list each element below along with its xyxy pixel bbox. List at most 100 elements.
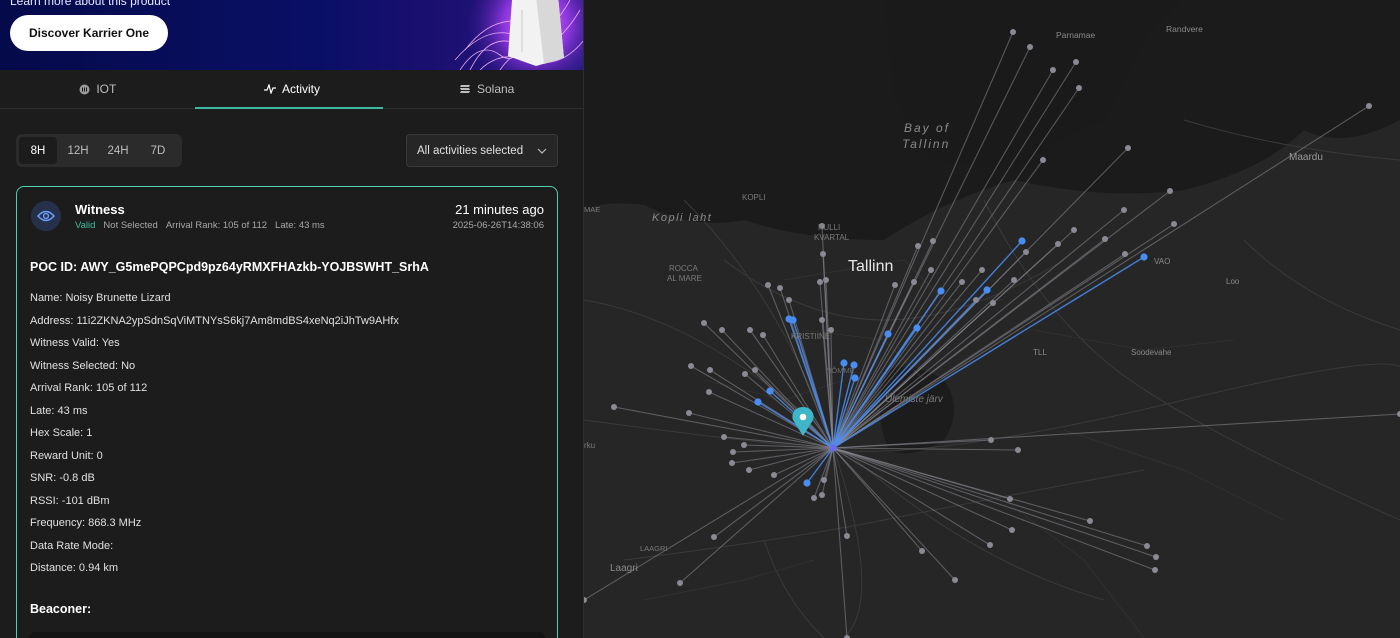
hotspot-dot[interactable] [730, 449, 736, 455]
hotspot-dot[interactable] [811, 495, 817, 501]
hotspot-dot[interactable] [1171, 221, 1177, 227]
hotspot-dot[interactable] [1007, 496, 1013, 502]
map-canvas[interactable]: Tallinn Bay of Tallinn Kopli laht KOPLI … [584, 0, 1400, 638]
valid-hotspot-dot[interactable] [785, 315, 793, 323]
hotspot-dot[interactable] [930, 238, 936, 244]
hotspot-dot[interactable] [741, 442, 747, 448]
detail-rssi: RSSI: -101 dBm [30, 494, 110, 507]
label-rku: rku [584, 441, 595, 450]
hotspot-dot[interactable] [892, 282, 898, 288]
discover-button[interactable]: Discover Karrier One [10, 15, 169, 51]
tab-activity[interactable]: Activity [194, 70, 390, 109]
hotspot-dot[interactable] [701, 320, 707, 326]
hotspot-dot[interactable] [688, 363, 694, 369]
label-ulemiste: Ülemiste järv [885, 393, 944, 405]
hotspot-dot[interactable] [760, 332, 766, 338]
hotspot-dot[interactable] [721, 434, 727, 440]
hotspot-dot[interactable] [911, 279, 917, 285]
valid-hotspot-dot[interactable] [913, 324, 921, 332]
valid-hotspot-dot[interactable] [803, 479, 811, 487]
hotspot-dot[interactable] [771, 472, 777, 478]
label-kulli-1: KULLI [818, 223, 840, 232]
hotspot-dot[interactable] [786, 297, 792, 303]
hotspot-dot[interactable] [1015, 447, 1021, 453]
hotspot-dot[interactable] [987, 542, 993, 548]
time-range-7d[interactable]: 7D [139, 137, 177, 164]
time-range-12h[interactable]: 12H [59, 137, 97, 164]
hotspot-dot[interactable] [844, 533, 850, 539]
hotspot-dot[interactable] [1040, 157, 1046, 163]
hotspot-dot[interactable] [729, 460, 735, 466]
hotspot-dot[interactable] [1153, 554, 1159, 560]
chevron-down-icon [537, 145, 547, 157]
valid-hotspot-dot[interactable] [937, 287, 945, 295]
valid-hotspot-dot[interactable] [851, 374, 859, 382]
beaconer-row[interactable] [29, 632, 545, 638]
hotspot-dot[interactable] [1055, 241, 1061, 247]
hotspot-dot[interactable] [746, 467, 752, 473]
hotspot-dot[interactable] [817, 279, 823, 285]
hotspot-dot[interactable] [1010, 29, 1016, 35]
hotspot-dot[interactable] [707, 367, 713, 373]
hotspot-dot[interactable] [821, 477, 827, 483]
hotspot-dot[interactable] [952, 577, 958, 583]
hotspot-dot[interactable] [990, 300, 996, 306]
hotspot-dot[interactable] [1023, 249, 1029, 255]
hotspot-dot[interactable] [711, 534, 717, 540]
hotspot-dot[interactable] [1125, 145, 1131, 151]
hotspot-dot[interactable] [1050, 67, 1056, 73]
hotspot-dot[interactable] [1011, 277, 1017, 283]
product-image [454, 0, 583, 70]
hotspot-dot[interactable] [686, 410, 692, 416]
valid-hotspot-dot[interactable] [983, 286, 991, 294]
hotspot-dot[interactable] [979, 267, 985, 273]
hotspot-dot[interactable] [1121, 207, 1127, 213]
hotspot-dot[interactable] [819, 492, 825, 498]
valid-hotspot-dot[interactable] [754, 398, 762, 406]
hotspot-dot[interactable] [752, 367, 758, 373]
hotspot-dot[interactable] [1122, 251, 1128, 257]
tab-iot[interactable]: IOT [0, 70, 195, 108]
hotspot-dot[interactable] [611, 404, 617, 410]
time-range-8h[interactable]: 8H [19, 137, 57, 164]
hotspot-dot[interactable] [1009, 527, 1015, 533]
hotspot-dot[interactable] [742, 371, 748, 377]
card-title: Witness [75, 202, 125, 217]
hotspot-dot[interactable] [959, 279, 965, 285]
valid-hotspot-dot[interactable] [1018, 237, 1026, 245]
hotspot-dot[interactable] [973, 297, 979, 303]
label-rocca-1: ROCCA [669, 264, 699, 273]
hotspot-dot[interactable] [1087, 518, 1093, 524]
hotspot-dot[interactable] [1144, 543, 1150, 549]
valid-hotspot-dot[interactable] [766, 387, 774, 395]
hotspot-dot[interactable] [919, 548, 925, 554]
hotspot-dot[interactable] [915, 243, 921, 249]
hotspot-dot[interactable] [819, 317, 825, 323]
hotspot-dot[interactable] [820, 251, 826, 257]
hotspot-dot[interactable] [719, 327, 725, 333]
hotspot-dot[interactable] [747, 327, 753, 333]
hotspot-dot[interactable] [988, 437, 994, 443]
hotspot-dot[interactable] [1102, 236, 1108, 242]
hotspot-dot[interactable] [1027, 44, 1033, 50]
detail-frequency: Frequency: 868.3 MHz [30, 517, 142, 529]
hotspot-dot[interactable] [1071, 227, 1077, 233]
hotspot-dot[interactable] [1366, 103, 1372, 109]
valid-hotspot-dot[interactable] [884, 330, 892, 338]
hotspot-dot[interactable] [765, 282, 771, 288]
hotspot-dot[interactable] [777, 285, 783, 291]
tab-solana[interactable]: Solana [389, 70, 583, 108]
hotspot-dot[interactable] [1167, 188, 1173, 194]
hotspot-dot[interactable] [823, 277, 829, 283]
hotspot-dot[interactable] [1073, 59, 1079, 65]
coverage-map[interactable]: Tallinn Bay of Tallinn Kopli laht KOPLI … [584, 0, 1400, 638]
time-range-24h[interactable]: 24H [99, 137, 137, 164]
activity-filter-dropdown[interactable]: All activities selected [406, 134, 558, 167]
hotspot-dot[interactable] [677, 580, 683, 586]
hotspot-dot[interactable] [928, 267, 934, 273]
hotspot-dot[interactable] [1152, 567, 1158, 573]
hotspot-dot[interactable] [1076, 85, 1082, 91]
hotspot-dot[interactable] [706, 389, 712, 395]
valid-hotspot-dot[interactable] [1140, 253, 1148, 261]
witness-card[interactable]: Witness Valid Not Selected Arrival Rank:… [16, 186, 558, 638]
